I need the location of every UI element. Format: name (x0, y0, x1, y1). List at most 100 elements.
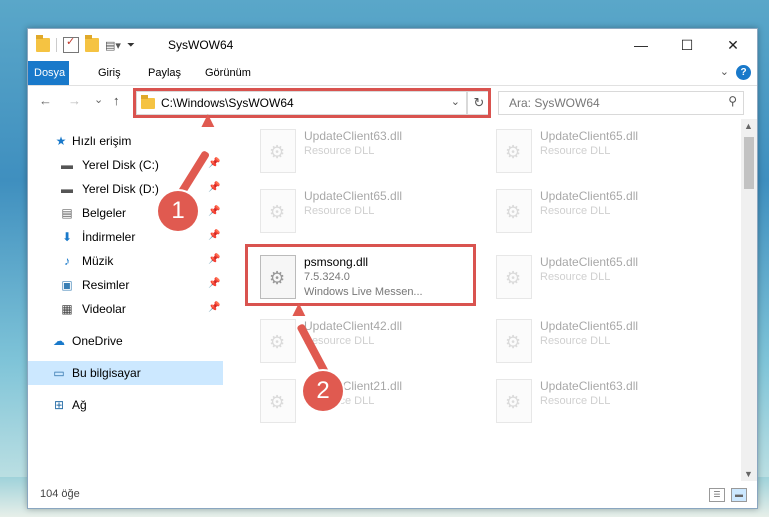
vertical-scrollbar[interactable]: ▲ ▼ (741, 119, 757, 481)
dll-file-icon (496, 255, 532, 299)
file-name: UpdateClient65.dll (540, 319, 639, 333)
tab-share[interactable]: Paylaş (138, 61, 191, 85)
sidebar-item-videos[interactable]: ▦ Videolar 📌 (28, 297, 223, 321)
pin-icon[interactable]: 📌 (208, 206, 220, 217)
tab-view[interactable]: Görünüm (195, 61, 261, 85)
pin-icon[interactable]: 📌 (208, 230, 220, 241)
quick-access-toolbar: ▤▾ ⏷ (36, 35, 135, 53)
list-item[interactable]: UpdateClient65.dll Resource DLL (482, 247, 707, 305)
customize-toolbar-icon[interactable]: ▤▾ (105, 39, 121, 52)
search-placeholder: Ara: SysWOW64 (509, 96, 600, 110)
file-name: UpdateClient42.dll (304, 319, 403, 333)
ribbon-tabs: Dosya Giriş Paylaş Görünüm ⌄ ? (28, 61, 757, 86)
sidebar-item-label: Hızlı erişim (72, 134, 132, 148)
star-icon: ★ (55, 134, 67, 148)
sidebar-item-this-pc[interactable]: ▭ Bu bilgisayar (28, 361, 223, 385)
tab-file[interactable]: Dosya (28, 61, 69, 85)
minimize-button[interactable]: — (618, 29, 664, 61)
list-item[interactable]: UpdateClient65.dll Resource DLL (482, 121, 707, 179)
sidebar-item-onedrive[interactable]: ☁ OneDrive (28, 329, 223, 353)
file-description: Resource DLL (304, 145, 375, 157)
sidebar-item-label: Belgeler (82, 206, 127, 220)
file-name: UpdateClient65.dll (304, 189, 403, 203)
explorer-window: ▤▾ ⏷ SysWOW64 — ☐ ✕ Dosya Giriş Paylaş G… (27, 28, 758, 509)
list-item[interactable]: UpdateClient42.dll Resource DLL (246, 311, 471, 369)
sidebar-item-music[interactable]: ♪ Müzik 📌 (28, 249, 223, 273)
large-icons-view-icon[interactable]: ▬ (731, 488, 747, 502)
window-title: SysWOW64 (168, 38, 234, 52)
new-folder-icon[interactable] (85, 35, 99, 52)
back-button[interactable]: ← (39, 93, 52, 108)
toolbar-dropdown-icon[interactable]: ⏷ (127, 40, 135, 51)
arrow-head-icon: ▲ (288, 296, 310, 321)
list-item[interactable]: UpdateClient65.dll Resource DLL (482, 311, 707, 369)
list-item[interactable]: UpdateClient63.dll Resource DLL (482, 371, 707, 429)
up-button[interactable]: ↑ (113, 93, 120, 108)
help-icon[interactable]: ? (736, 65, 751, 80)
search-input[interactable]: Ara: SysWOW64 ⚲ (498, 91, 744, 115)
list-item[interactable]: UpdateClient21.dll Resource DLL (246, 371, 471, 429)
pictures-icon: ▣ (61, 278, 73, 292)
video-icon: ▦ (61, 302, 73, 316)
ribbon-expand-icon[interactable]: ⌄ (720, 65, 729, 78)
forward-button[interactable]: → (68, 93, 81, 108)
music-icon: ♪ (64, 254, 70, 268)
step-badge-2: 2 (303, 371, 343, 411)
dll-file-icon (496, 319, 532, 363)
address-highlight (133, 88, 491, 118)
file-name: UpdateClient63.dll (304, 129, 403, 143)
pin-icon[interactable]: 📌 (208, 278, 220, 289)
details-view-icon[interactable]: ☰ (709, 488, 725, 502)
search-icon[interactable]: ⚲ (728, 94, 737, 108)
item-count: 104 öğe (40, 488, 80, 500)
sidebar-item-label: Yerel Disk (D:) (82, 182, 159, 196)
sidebar-item-label: Müzik (82, 254, 114, 268)
scroll-down-icon[interactable]: ▼ (744, 469, 753, 479)
sidebar-item-label: İndirmeler (82, 230, 136, 244)
pin-icon[interactable]: 📌 (208, 302, 220, 313)
file-name: UpdateClient65.dll (540, 129, 639, 143)
status-bar: 104 öğe ☰ ▬ (28, 482, 757, 508)
list-item[interactable]: UpdateClient65.dll Resource DLL (482, 181, 707, 239)
sidebar-item-label: OneDrive (72, 334, 123, 348)
file-name: UpdateClient65.dll (540, 255, 639, 269)
list-item[interactable]: UpdateClient65.dll Resource DLL (246, 181, 471, 239)
computer-icon: ▭ (53, 366, 65, 380)
pin-icon[interactable]: 📌 (208, 254, 220, 265)
separator (56, 38, 57, 52)
sidebar-item-label: Videolar (82, 302, 126, 316)
file-description: Resource DLL (304, 205, 375, 217)
sidebar-item-quick-access[interactable]: ★ Hızlı erişim (28, 129, 223, 153)
document-icon: ▤ (61, 206, 73, 220)
maximize-button[interactable]: ☐ (664, 29, 710, 61)
pin-icon[interactable]: 📌 (208, 182, 220, 193)
sidebar-item-local-disk-d[interactable]: ▬ Yerel Disk (D:) 📌 (28, 177, 223, 201)
dll-file-icon (496, 129, 532, 173)
tab-home[interactable]: Giriş (88, 61, 131, 85)
list-item[interactable]: UpdateClient63.dll Resource DLL (246, 121, 471, 179)
dll-file-icon (496, 379, 532, 423)
title-bar: ▤▾ ⏷ SysWOW64 — ☐ ✕ (28, 29, 757, 61)
recent-locations-button[interactable]: ⌄ (94, 93, 103, 106)
dll-file-icon (260, 319, 296, 363)
scrollbar-thumb[interactable] (744, 137, 754, 189)
file-description: Resource DLL (540, 271, 611, 283)
scroll-up-icon[interactable]: ▲ (744, 121, 753, 131)
file-name: UpdateClient65.dll (540, 189, 639, 203)
pin-icon[interactable]: 📌 (208, 158, 220, 169)
file-name: UpdateClient63.dll (540, 379, 639, 393)
close-button[interactable]: ✕ (710, 29, 756, 61)
dll-file-icon (496, 189, 532, 233)
arrow-head-icon: ▲ (197, 107, 219, 132)
cloud-icon: ☁ (53, 334, 65, 348)
sidebar-item-downloads[interactable]: ⬇ İndirmeler 📌 (28, 225, 223, 249)
dll-file-icon (260, 129, 296, 173)
sidebar-item-label: Bu bilgisayar (72, 366, 141, 380)
file-description: Resource DLL (540, 335, 611, 347)
properties-icon[interactable] (63, 35, 79, 53)
folder-icon (36, 35, 50, 52)
sidebar-item-label: Ağ (72, 398, 87, 412)
sidebar-item-pictures[interactable]: ▣ Resimler 📌 (28, 273, 223, 297)
file-highlight (245, 244, 476, 306)
sidebar-item-network[interactable]: ⊞ Ağ (28, 393, 223, 417)
